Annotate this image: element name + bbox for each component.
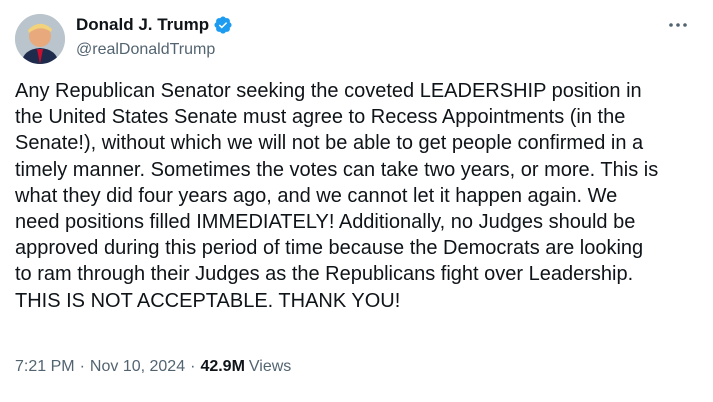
author-display-name[interactable]: Donald J. Trump [76, 15, 209, 35]
verified-badge-icon [213, 15, 233, 35]
tweet-date[interactable]: Nov 10, 2024 [90, 356, 185, 378]
views-label: Views [248, 358, 292, 375]
tweet-meta: 7:21 PM · Nov 10, 2024 · 42.9M Views [15, 356, 291, 378]
more-horizontal-icon[interactable] [667, 16, 689, 34]
author-handle[interactable]: @realDonaldTrump [76, 40, 215, 60]
meta-separator: · [79, 358, 85, 375]
meta-separator: · [190, 358, 196, 375]
tweet-time[interactable]: 7:21 PM [15, 356, 75, 378]
tweet-text: Any Republican Senator seeking the covet… [15, 80, 659, 312]
views-count[interactable]: 42.9M [200, 356, 244, 378]
tweet-card: Donald J. Trump @realDonaldTrump Any Rep… [0, 0, 713, 402]
avatar[interactable] [15, 14, 65, 64]
author-name-row: Donald J. Trump [76, 15, 233, 35]
